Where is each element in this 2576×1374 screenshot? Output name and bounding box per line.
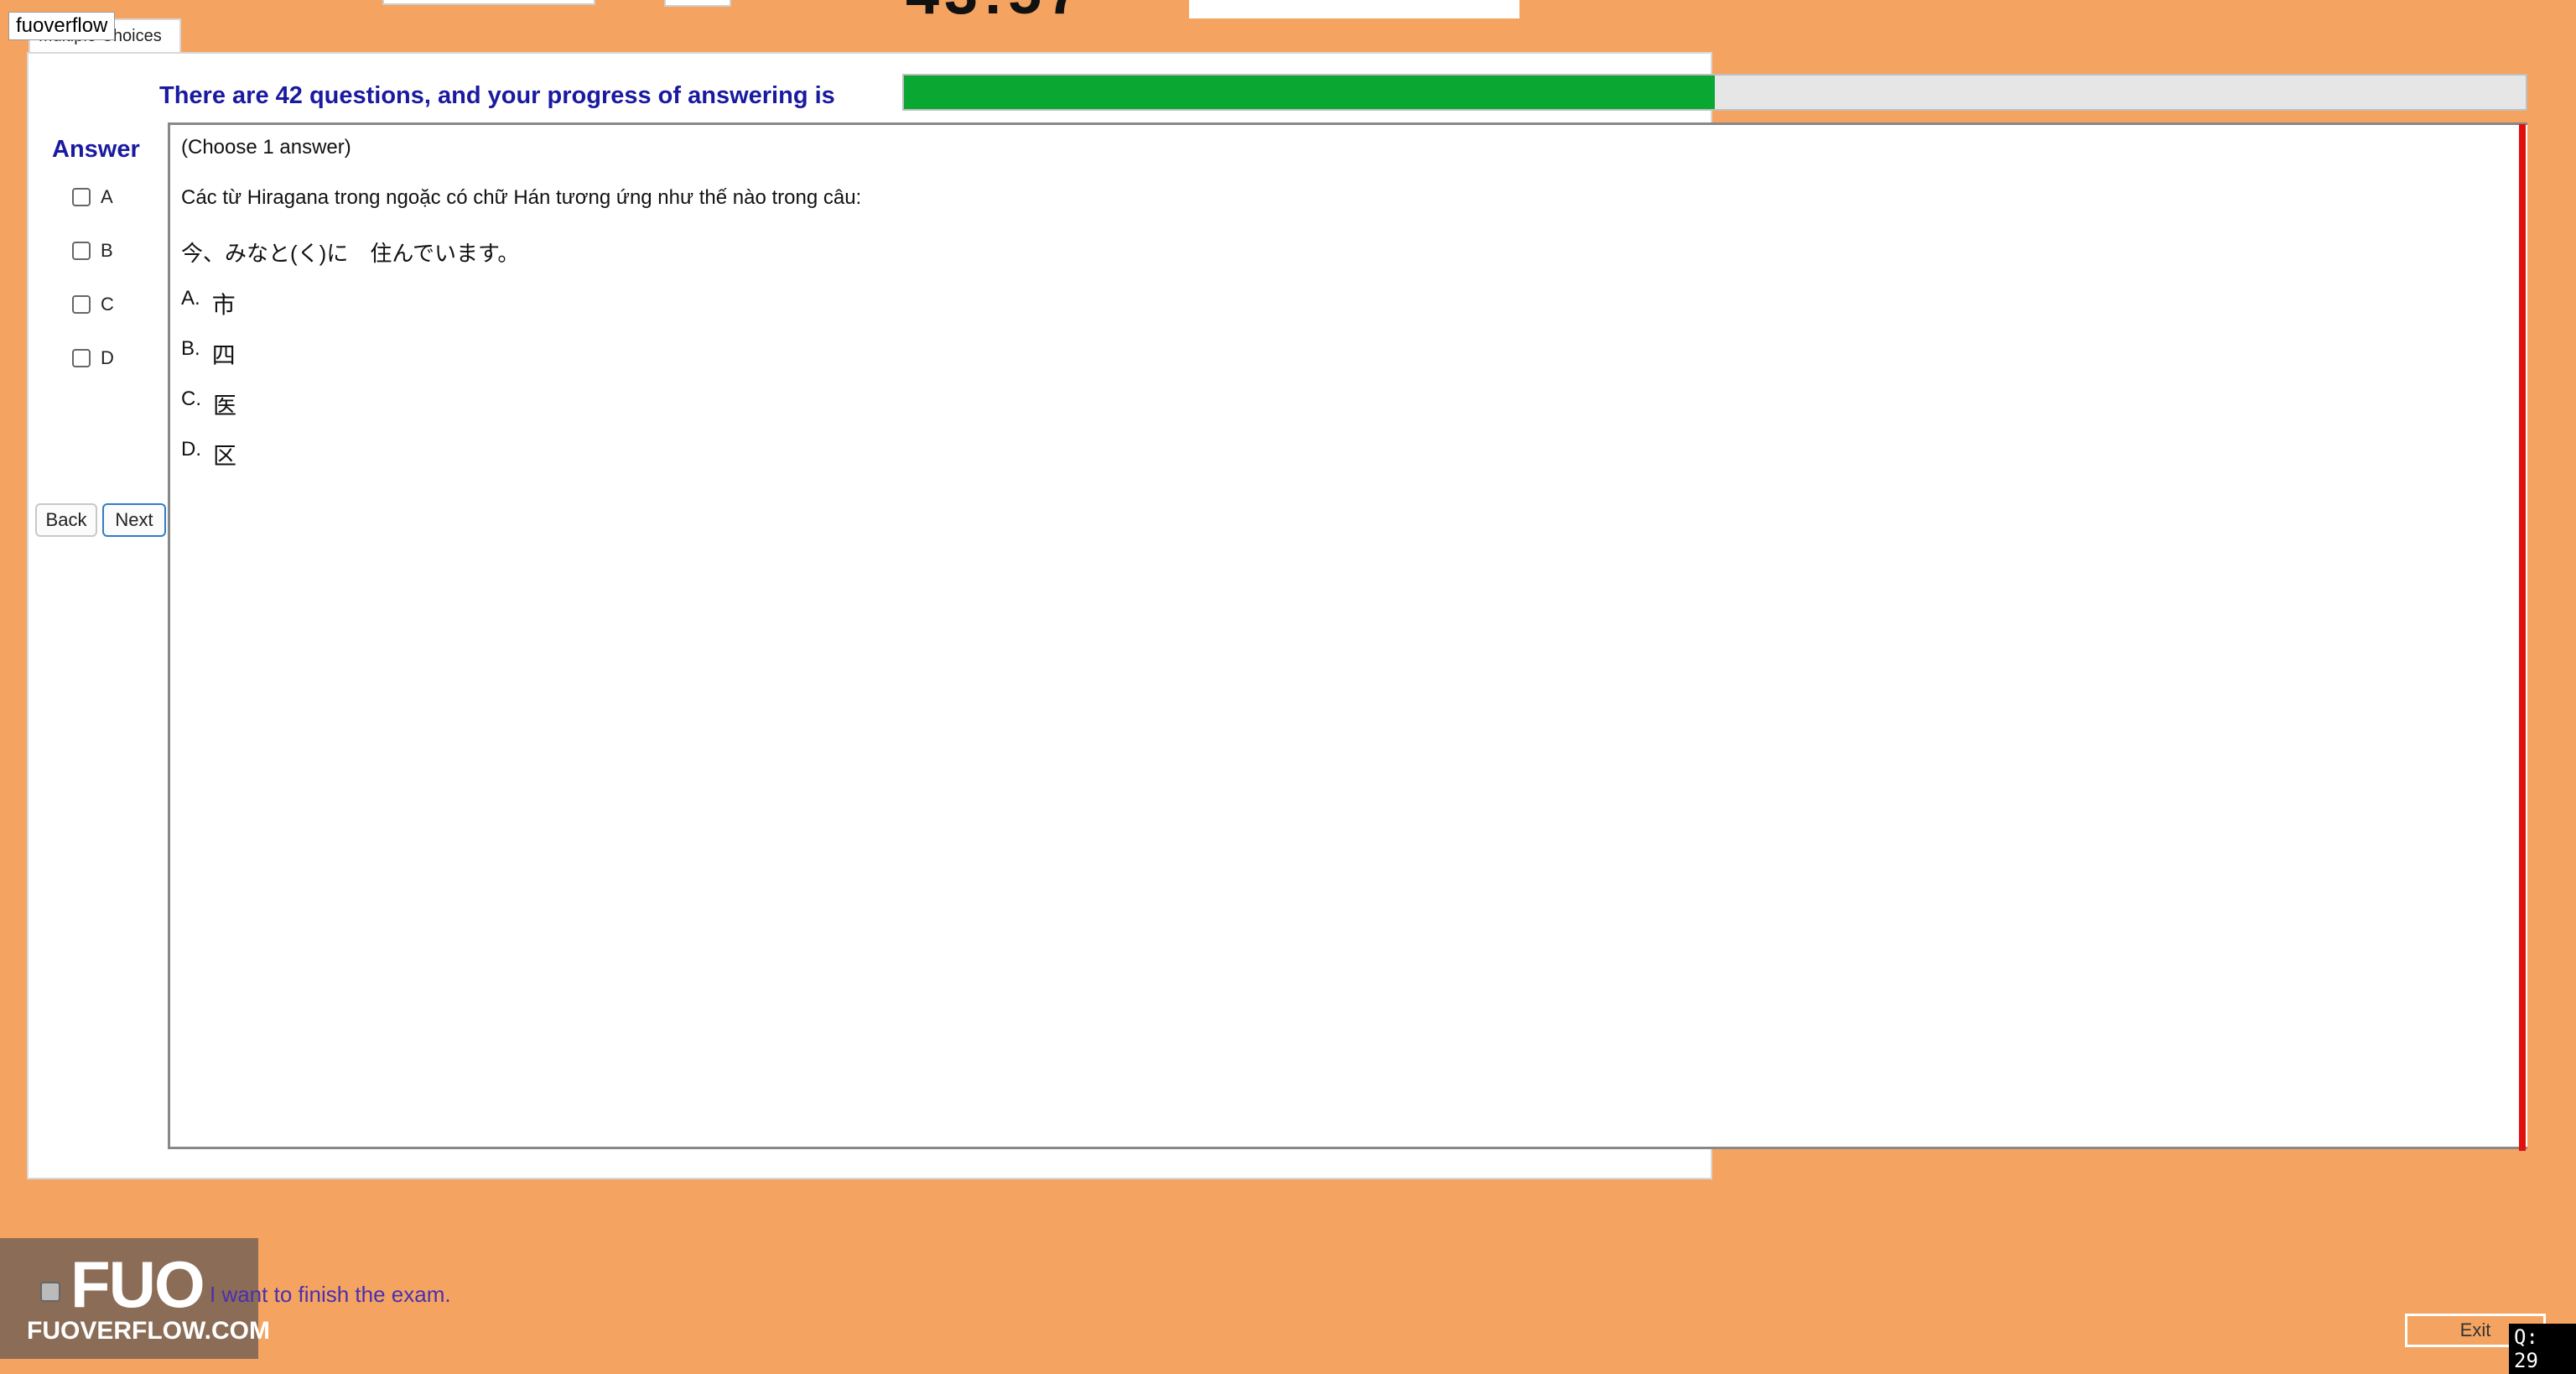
finish-label: I want to finish the exam. [210, 1282, 451, 1307]
answer-option-b[interactable]: B [72, 240, 113, 262]
choice-kanji: 四 [211, 342, 236, 368]
top-combo-box[interactable] [382, 0, 595, 5]
finish-checkbox[interactable] [40, 1282, 60, 1302]
choice-letter: A. [181, 287, 200, 310]
choice-c: C. 医 [181, 388, 236, 421]
question-prompt: Các từ Hiragana trong ngoặc có chữ Hán t… [181, 186, 862, 209]
question-counter: Q: 29 [2509, 1324, 2576, 1374]
answer-option-c[interactable]: C [72, 294, 114, 315]
timer: 43:57 [906, 0, 1085, 23]
progress-bar [902, 74, 2527, 111]
progress-label: There are 42 questions, and your progres… [159, 82, 835, 109]
answer-title: Answer [52, 136, 140, 163]
progress-fill [904, 75, 1715, 109]
choice-kanji: 区 [213, 443, 237, 469]
choice-d: D. 区 [181, 438, 236, 471]
logo-text: FUO [70, 1247, 205, 1321]
choice-letter: D. [181, 438, 201, 461]
choice-a: A. 市 [181, 287, 236, 320]
question-box [168, 122, 2527, 1149]
checkbox-d[interactable] [72, 349, 91, 367]
choice-b: B. 四 [181, 337, 236, 371]
top-input[interactable] [1189, 0, 1519, 18]
top-field[interactable] [664, 0, 731, 7]
logo-subtext: FUOVERFLOW.COM [27, 1317, 270, 1345]
scrollbar[interactable] [2519, 124, 2526, 1151]
choice-letter: C. [181, 388, 201, 410]
back-button[interactable]: Back [35, 503, 97, 537]
checkbox-a[interactable] [72, 188, 91, 206]
next-button[interactable]: Next [102, 503, 166, 537]
checkbox-b[interactable] [72, 242, 91, 260]
option-label-a: A [101, 186, 113, 207]
choice-kanji: 市 [211, 292, 236, 318]
brand-tag: fuoverflow [8, 12, 116, 40]
question-instruction: (Choose 1 answer) [181, 136, 351, 159]
option-label-c: C [101, 294, 114, 315]
option-label-d: D [101, 347, 114, 368]
choice-kanji: 医 [213, 393, 237, 419]
question-sentence: 今、みなと(く)に 住んでいます。 [181, 241, 520, 266]
choice-letter: B. [181, 337, 200, 360]
option-label-b: B [101, 240, 113, 261]
answer-option-d[interactable]: D [72, 347, 114, 369]
checkbox-c[interactable] [72, 295, 91, 314]
answer-option-a[interactable]: A [72, 186, 113, 208]
